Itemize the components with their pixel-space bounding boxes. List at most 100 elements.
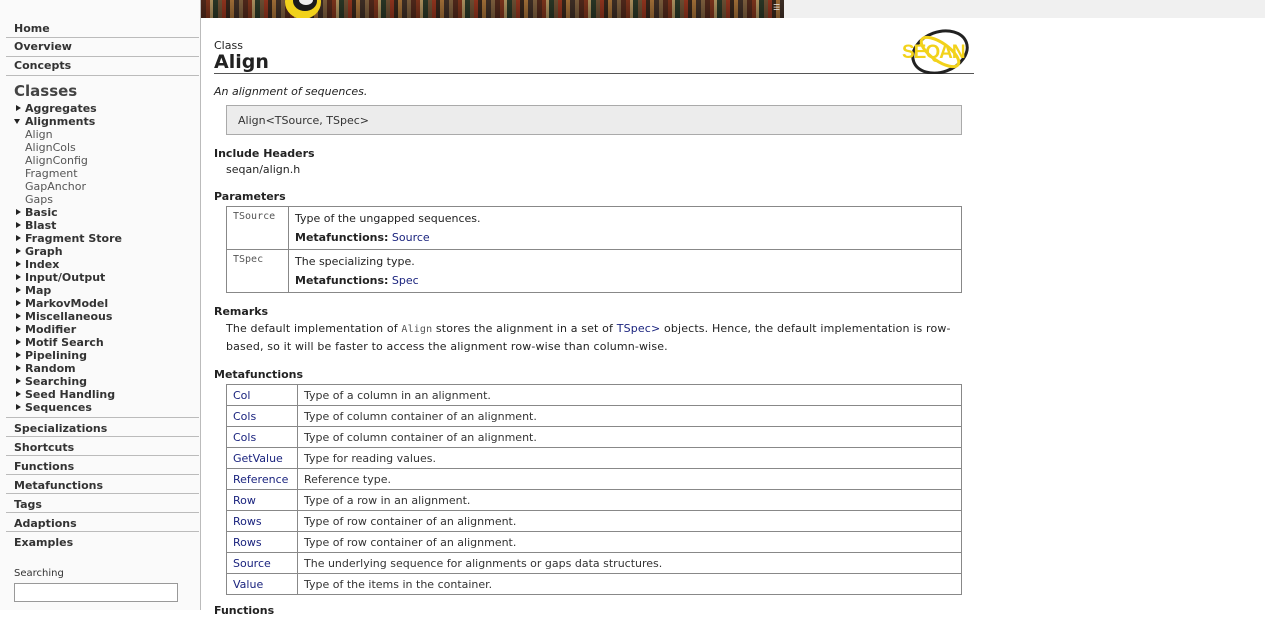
class-group-sequences[interactable]: Sequences [0,401,199,414]
nav-examples[interactable]: Examples [6,532,199,551]
class-group-label: MarkovModel [25,297,109,310]
triangle-right-icon[interactable] [16,105,21,111]
triangle-right-icon[interactable] [16,300,21,306]
nav-home[interactable]: Home [6,20,199,38]
class-group-alignments[interactable]: Alignments [0,115,199,128]
class-group-motif-search[interactable]: Motif Search [0,336,199,349]
menu-icon[interactable]: ☰ [773,4,781,12]
remarks-text: The default implementation of Align stor… [226,322,951,353]
nav-metafunctions[interactable]: Metafunctions [6,475,199,494]
class-group-label: Map [25,284,52,297]
triangle-right-icon[interactable] [16,352,21,358]
nav-concepts[interactable]: Concepts [6,57,199,76]
metafunction-link[interactable]: GetValue [233,452,283,465]
metafunctions-label: Metafunctions: [295,274,389,287]
class-link-gapanchor[interactable]: GapAnchor [0,180,199,193]
table-row: Cols Type of column container of an align… [226,426,962,448]
triangle-right-icon[interactable] [16,404,21,410]
triangle-right-icon[interactable] [16,235,21,241]
metafunction-description: Type of row container of an alignment. [297,510,962,532]
entity-kind: Class [214,39,243,52]
class-group-map[interactable]: Map [0,284,199,297]
metafunction-link[interactable]: Reference [233,473,288,486]
classes-heading[interactable]: Classes [0,76,199,102]
nav-functions[interactable]: Functions [6,456,199,475]
include-headers-heading: Include Headers [214,147,315,160]
class-group-index[interactable]: Index [0,258,199,271]
class-link-align[interactable]: Align [0,128,199,141]
metafunction-link[interactable]: Row [233,494,256,507]
triangle-down-icon[interactable] [14,119,20,124]
tspec-link[interactable]: TSpec> [617,322,661,335]
class-group-label: Basic [25,206,58,219]
class-group-miscellaneous[interactable]: Miscellaneous [0,310,199,323]
triangle-right-icon[interactable] [16,222,21,228]
class-group-graph[interactable]: Graph [0,245,199,258]
class-tree: Aggregates Alignments Align AlignCols AlignC… [6,102,199,414]
class-group-label: Alignments [25,115,96,128]
class-group-basic[interactable]: Basic [0,206,199,219]
triangle-right-icon[interactable] [16,378,21,384]
nav-adaptions[interactable]: Adaptions [6,513,199,532]
seqan-logo-text: SEQAN [902,42,965,63]
triangle-right-icon[interactable] [16,261,21,267]
table-row: Reference Reference type. [226,468,962,490]
metafunction-link[interactable]: Cols [233,431,256,444]
nav-tags[interactable]: Tags [6,494,199,513]
class-group-fragment-store[interactable]: Fragment Store [0,232,199,245]
triangle-right-icon[interactable] [16,326,21,332]
metafunction-link[interactable]: Rows [233,536,262,549]
class-group-label: Searching [25,375,88,388]
class-group-markovmodel[interactable]: MarkovModel [0,297,199,310]
class-group-seed-handling[interactable]: Seed Handling [0,388,199,401]
metafunction-description: Reference type. [297,468,962,490]
class-group-blast[interactable]: Blast [0,219,199,232]
metafunction-link[interactable]: Value [233,578,263,591]
triangle-right-icon[interactable] [16,274,21,280]
metafunctions-label: Metafunctions: [295,231,389,244]
triangle-right-icon[interactable] [16,313,21,319]
class-group-label: Graph [25,245,63,258]
triangle-right-icon[interactable] [16,391,21,397]
table-row: TSpec The specializing type. Metafunctio… [226,249,962,293]
metafunction-link[interactable]: Source [233,557,271,570]
triangle-right-icon[interactable] [16,339,21,345]
functions-heading: Functions [214,604,275,617]
metafunction-link[interactable]: Cols [233,410,256,423]
class-group-searching[interactable]: Searching [0,375,199,388]
metafunctions-heading: Metafunctions [214,368,304,381]
class-group-label: Modifier [25,323,77,336]
triangle-right-icon[interactable] [16,365,21,371]
triangle-right-icon[interactable] [16,209,21,215]
class-group-label: Blast [25,219,57,232]
search-input[interactable] [14,583,178,602]
class-link-alignconfig[interactable]: AlignConfig [0,154,199,167]
class-group-label: Index [25,258,60,271]
nav-specializations[interactable]: Specializations [6,418,199,437]
metafunction-link-source[interactable]: Source [392,231,430,244]
class-signature: Align<TSource, TSpec> [226,105,962,135]
metafunction-link-spec[interactable]: Spec [392,274,419,287]
class-group-label: Pipelining [25,349,88,362]
class-group-input-output[interactable]: Input/Output [0,271,199,284]
nav-shortcuts[interactable]: Shortcuts [6,437,199,456]
class-link-fragment[interactable]: Fragment [0,167,199,180]
class-group-aggregates[interactable]: Aggregates [0,102,199,115]
class-group-label: Motif Search [25,336,104,349]
metafunction-link[interactable]: Col [233,389,250,402]
class-link-gaps[interactable]: Gaps [0,193,199,206]
metafunction-description: Type of the items in the container. [297,573,962,595]
metafunction-link[interactable]: Rows [233,515,262,528]
class-group-random[interactable]: Random [0,362,199,375]
param-name: TSource [226,206,289,250]
nav-overview[interactable]: Overview [6,38,199,57]
metafunction-description: The underlying sequence for alignments o… [297,552,962,574]
triangle-right-icon[interactable] [16,248,21,254]
class-group-pipelining[interactable]: Pipelining [0,349,199,362]
class-link-aligncols[interactable]: AlignCols [0,141,199,154]
table-row: Rows Type of row container of an alignmen… [226,531,962,553]
class-group-modifier[interactable]: Modifier [0,323,199,336]
main-content: Class Align SEQAN An alignment of sequen… [214,29,974,617]
triangle-right-icon[interactable] [16,287,21,293]
metafunctions-table: Col Type of a column in an alignment. Cols… [226,384,962,595]
